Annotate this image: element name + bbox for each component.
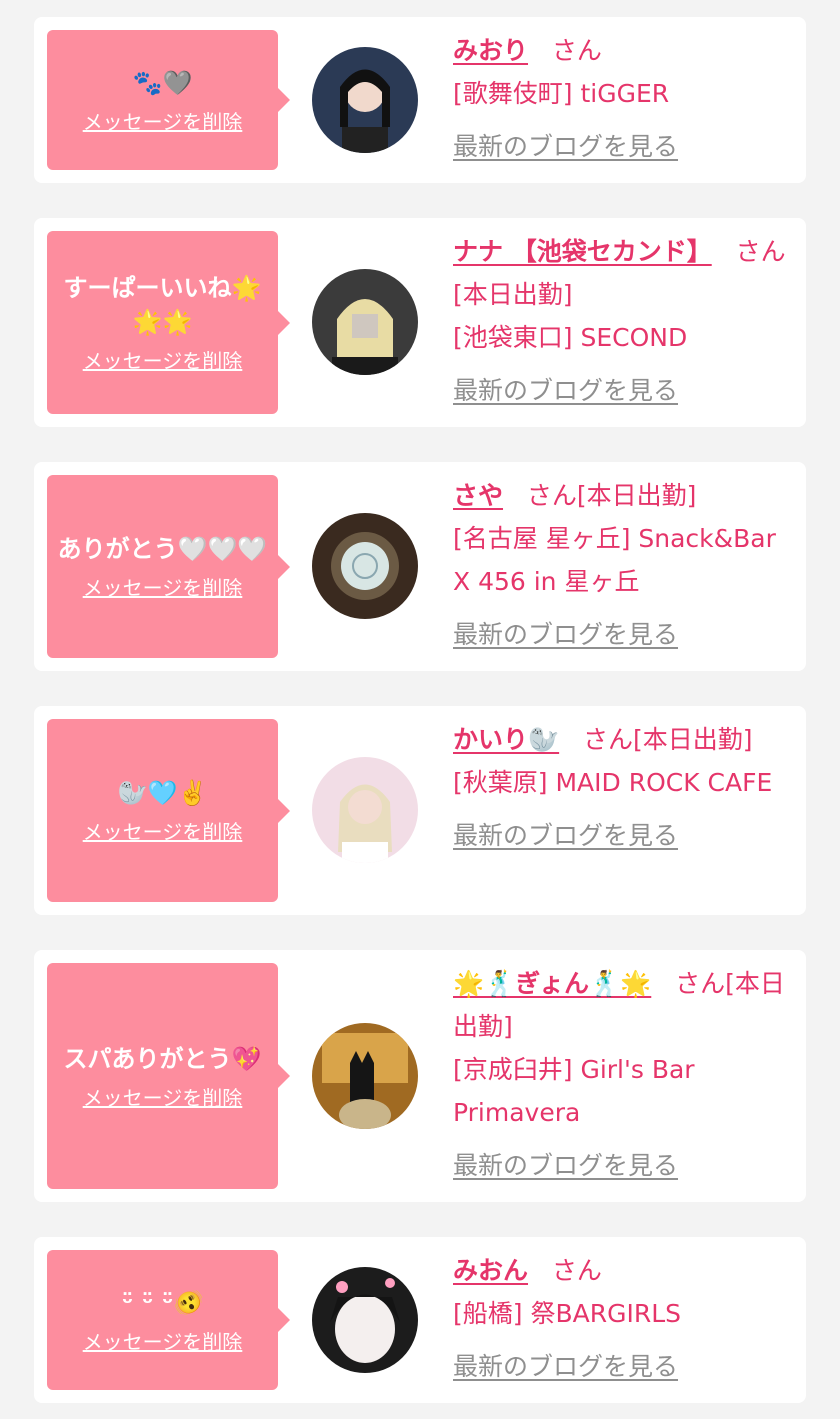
honorific: さん (582, 725, 633, 754)
profile-name-link[interactable]: みおん (453, 1256, 528, 1285)
message-text: ᵕ̈ ᵕ̈ ᵕ̈🫨 (121, 1288, 204, 1317)
shop-name: [名古屋 星ヶ丘] Snack&Bar X 456 in 星ヶ丘 (453, 524, 776, 596)
profile-info: ナナ 【池袋セカンド】 さん[本日出勤] [池袋東口] SECOND 最新のブロ… (453, 230, 796, 412)
message-bubble: 🦭🩵✌️ メッセージを削除 (47, 719, 290, 902)
message-bubble: ᵕ̈ ᵕ̈ ᵕ̈🫨 メッセージを削除 (47, 1250, 290, 1390)
profile-info: かいり🦭 さん[本日出勤] [秋葉原] MAID ROCK CAFE 最新のブロ… (453, 718, 796, 857)
delete-message-link[interactable]: メッセージを削除 (83, 572, 243, 601)
latest-blog-link[interactable]: 最新のブログを見る (453, 1144, 796, 1187)
message-text: スパありがとう💖 (63, 1044, 262, 1073)
message-bubble: 🐾🩶 メッセージを削除 (47, 30, 290, 170)
delete-message-link[interactable]: メッセージを削除 (83, 816, 243, 845)
notification-card: スパありがとう💖 メッセージを削除 🌟🕺ぎょん🕺🌟 さん[本日出勤] [京成臼井… (34, 950, 806, 1202)
shop-name: [歌舞伎町] tiGGER (453, 79, 670, 108)
notification-card: ありがとう🤍🤍🤍 メッセージを削除 さや さん[本日出勤] [名古屋 星ヶ丘] … (34, 462, 806, 671)
notification-card: 🐾🩶 メッセージを削除 みおり さん [歌舞伎町] tiGGER 最新のブログを… (34, 17, 806, 183)
honorific: さん (551, 36, 602, 65)
notification-card: すーぱーいいね🌟🌟🌟 メッセージを削除 ナナ 【池袋セカンド】 さん[本日出勤]… (34, 218, 806, 427)
honorific: さん (551, 1256, 602, 1285)
notification-card: ᵕ̈ ᵕ̈ ᵕ̈🫨 メッセージを削除 みおん さん [船橋] 祭BARGIRLS… (34, 1237, 806, 1403)
shop-name: [秋葉原] MAID ROCK CAFE (453, 768, 773, 797)
message-text: すーぱーいいね🌟🌟🌟 (63, 274, 262, 336)
profile-name-link[interactable]: 🌟🕺ぎょん🕺🌟 (453, 969, 651, 998)
profile-name-link[interactable]: さや (453, 481, 503, 510)
message-bubble: ありがとう🤍🤍🤍 メッセージを削除 (47, 475, 290, 658)
profile-info: みおり さん [歌舞伎町] tiGGER 最新のブログを見る (453, 29, 796, 168)
avatar[interactable] (312, 269, 418, 375)
delete-message-link[interactable]: メッセージを削除 (83, 106, 243, 135)
latest-blog-link[interactable]: 最新のブログを見る (453, 613, 796, 656)
profile-info: さや さん[本日出勤] [名古屋 星ヶ丘] Snack&Bar X 456 in… (453, 474, 796, 656)
avatar[interactable] (312, 513, 418, 619)
message-text: ありがとう🤍🤍🤍 (57, 535, 268, 563)
latest-blog-link[interactable]: 最新のブログを見る (453, 814, 796, 857)
work-status: [本日出勤] (576, 481, 697, 510)
profile-info: 🌟🕺ぎょん🕺🌟 さん[本日出勤] [京成臼井] Girl's Bar Prima… (453, 962, 796, 1187)
profile-name-link[interactable]: みおり (453, 36, 528, 65)
shop-name: [池袋東口] SECOND (453, 323, 688, 352)
message-bubble: すーぱーいいね🌟🌟🌟 メッセージを削除 (47, 231, 290, 414)
avatar[interactable] (312, 757, 418, 863)
latest-blog-link[interactable]: 最新のブログを見る (453, 125, 796, 168)
delete-message-link[interactable]: メッセージを削除 (83, 1326, 243, 1355)
message-text: 🦭🩵✌️ (117, 779, 208, 807)
profile-name-link[interactable]: かいり🦭 (453, 725, 559, 754)
honorific: さん (526, 481, 577, 510)
message-bubble: スパありがとう💖 メッセージを削除 (47, 963, 290, 1189)
avatar[interactable] (312, 1023, 418, 1129)
delete-message-link[interactable]: メッセージを削除 (83, 1082, 243, 1111)
latest-blog-link[interactable]: 最新のブログを見る (453, 1345, 796, 1388)
avatar[interactable] (312, 1267, 418, 1373)
honorific: さん (675, 969, 726, 998)
delete-message-link[interactable]: メッセージを削除 (83, 345, 243, 374)
shop-name: [船橋] 祭BARGIRLS (453, 1299, 681, 1328)
notification-card: 🦭🩵✌️ メッセージを削除 かいり🦭 さん[本日出勤] [秋葉原] MAID R… (34, 706, 806, 915)
shop-name: [京成臼井] Girl's Bar Primavera (453, 1055, 695, 1127)
profile-info: みおん さん [船橋] 祭BARGIRLS 最新のブログを見る (453, 1249, 796, 1388)
latest-blog-link[interactable]: 最新のブログを見る (453, 369, 796, 412)
work-status: [本日出勤] (633, 725, 753, 754)
avatar[interactable] (312, 47, 418, 153)
message-text: 🐾🩶 (132, 68, 193, 97)
profile-name-link[interactable]: ナナ 【池袋セカンド】 (453, 237, 712, 266)
honorific: さ (735, 237, 761, 266)
